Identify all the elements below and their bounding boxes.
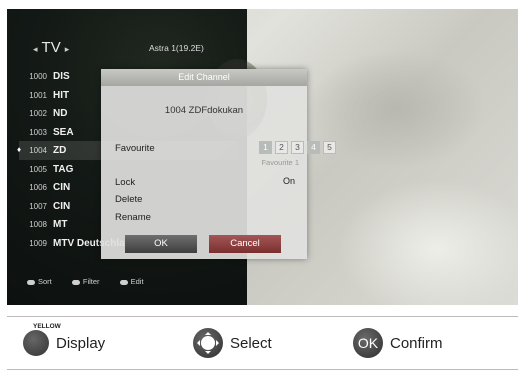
legend-sort-label: Sort — [38, 277, 52, 286]
key-legend: Sort Filter Edit — [27, 277, 162, 286]
display-label: Display — [56, 334, 106, 352]
satellite-label: Astra 1(19.2E) — [149, 43, 204, 53]
favourite-slot-2[interactable]: 2 — [275, 141, 288, 154]
channel-name: HIT — [53, 89, 70, 101]
favourite-subtitle: Favourite 1 — [261, 158, 299, 167]
list-mode-header[interactable]: ◂ TV ▸ — [29, 39, 73, 56]
display-hint: YELLOW Display — [23, 323, 106, 359]
channel-number: 1007 — [29, 201, 47, 211]
list-mode-label: TV — [41, 39, 61, 56]
channel-name: SEA — [53, 126, 74, 138]
ok-key-icon: OK — [353, 328, 383, 358]
legend-filter: Filter — [71, 277, 100, 286]
right-arrow-icon: ▸ — [64, 44, 70, 54]
channel-name: CIN — [53, 200, 71, 212]
yellow-key-icon — [119, 279, 128, 285]
favourite-slot-3[interactable]: 3 — [291, 141, 304, 154]
legend-edit-label: Edit — [130, 277, 144, 286]
select-hint: Select — [193, 327, 272, 359]
channel-number: 1003 — [29, 127, 47, 137]
favourite-slots: 1 2 3 4 5 — [259, 141, 336, 154]
channel-number: 1000 — [29, 72, 47, 81]
legend-sort: Sort — [27, 277, 52, 286]
red-key-icon — [27, 279, 35, 285]
selected-marker-icon: ♦ — [17, 145, 22, 154]
channel-number: 1009 — [29, 238, 47, 248]
yellow-key-icon: YELLOW — [23, 323, 61, 356]
channel-number: 1002 — [29, 109, 47, 118]
background-photo-texture — [337, 179, 518, 305]
lock-label[interactable]: Lock — [115, 177, 135, 188]
rename-option[interactable]: Rename — [115, 212, 151, 223]
lock-value[interactable]: On — [283, 176, 295, 186]
confirm-label: Confirm — [390, 334, 443, 352]
channel-number: 1001 — [29, 90, 47, 100]
channel-number: 1005 — [29, 164, 47, 174]
favourite-slot-5[interactable]: 5 — [323, 141, 336, 154]
channel-name: MT — [53, 219, 68, 230]
channel-number: 1006 — [29, 183, 47, 192]
dpad-icon — [193, 328, 223, 358]
legend-filter-label: Filter — [82, 277, 100, 286]
tv-screen: ◂ TV ▸ Astra 1(19.2E) 1000 DIS 1001 HIT 1002… — [7, 9, 518, 305]
channel-name: CIN — [53, 182, 71, 193]
favourite-label[interactable]: Favourite — [115, 143, 155, 154]
delete-option[interactable]: Delete — [115, 194, 142, 205]
left-arrow-icon: ◂ — [33, 44, 38, 54]
select-label: Select — [230, 334, 272, 352]
remote-key-guide: YELLOW Display Select OK Confirm — [7, 316, 518, 370]
cancel-button[interactable]: Cancel — [209, 235, 281, 253]
edit-channel-dialog: Edit Channel 1004 ZDFdokukan Favourite 1… — [101, 69, 336, 259]
favourite-slot-4[interactable]: 4 — [307, 141, 320, 154]
channel-name: DIS — [53, 71, 70, 82]
confirm-hint: OK Confirm — [353, 327, 443, 359]
channel-name: ZD — [53, 145, 67, 156]
dialog-title: Edit Channel — [101, 69, 307, 86]
green-key-icon — [71, 279, 80, 285]
channel-number: 1004 — [29, 146, 47, 155]
favourite-slot-1[interactable]: 1 — [259, 141, 272, 154]
yellow-key-text: YELLOW — [33, 323, 61, 330]
ok-button[interactable]: OK — [125, 235, 197, 253]
legend-edit: Edit — [119, 277, 144, 286]
dialog-channel-name: 1004 ZDFdokukan — [164, 105, 244, 116]
channel-number: 1008 — [29, 220, 47, 229]
channel-name: ND — [53, 108, 68, 119]
channel-name: TAG — [53, 163, 74, 175]
